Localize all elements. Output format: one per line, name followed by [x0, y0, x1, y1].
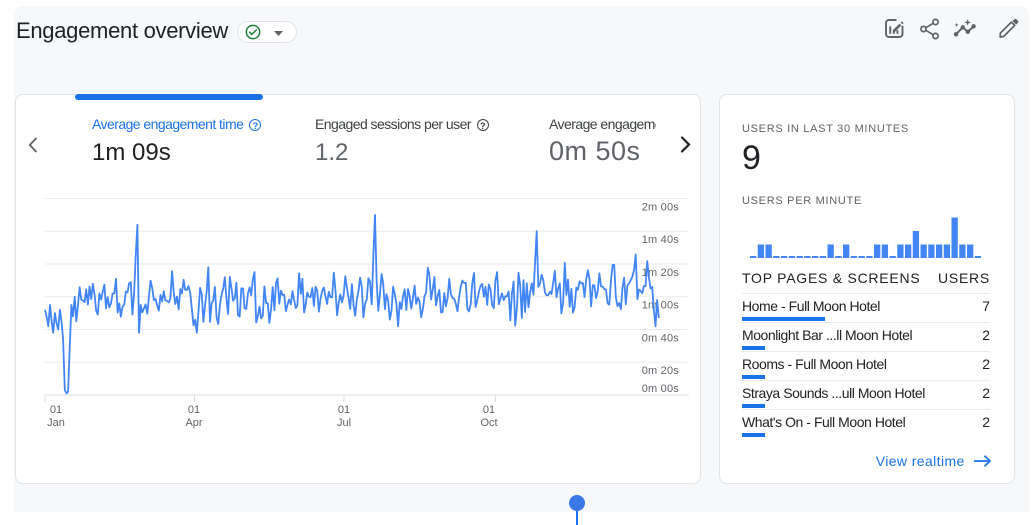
svg-text:2m 00s: 2m 00s	[642, 202, 680, 214]
svg-text:Jan: Jan	[47, 417, 65, 429]
svg-text:01: 01	[188, 404, 200, 416]
svg-text:0m 40s: 0m 40s	[642, 332, 680, 344]
svg-text:Apr: Apr	[185, 417, 202, 429]
svg-text:01: 01	[338, 404, 350, 416]
svg-text:Jul: Jul	[337, 417, 351, 429]
svg-text:01: 01	[483, 404, 495, 416]
svg-text:0m 20s: 0m 20s	[642, 365, 680, 377]
svg-text:01: 01	[50, 404, 62, 416]
svg-text:1m 40s: 1m 40s	[642, 234, 680, 246]
svg-text:1m 00s: 1m 00s	[642, 300, 680, 312]
svg-text:Oct: Oct	[480, 417, 497, 429]
svg-text:0m 00s: 0m 00s	[642, 383, 680, 395]
